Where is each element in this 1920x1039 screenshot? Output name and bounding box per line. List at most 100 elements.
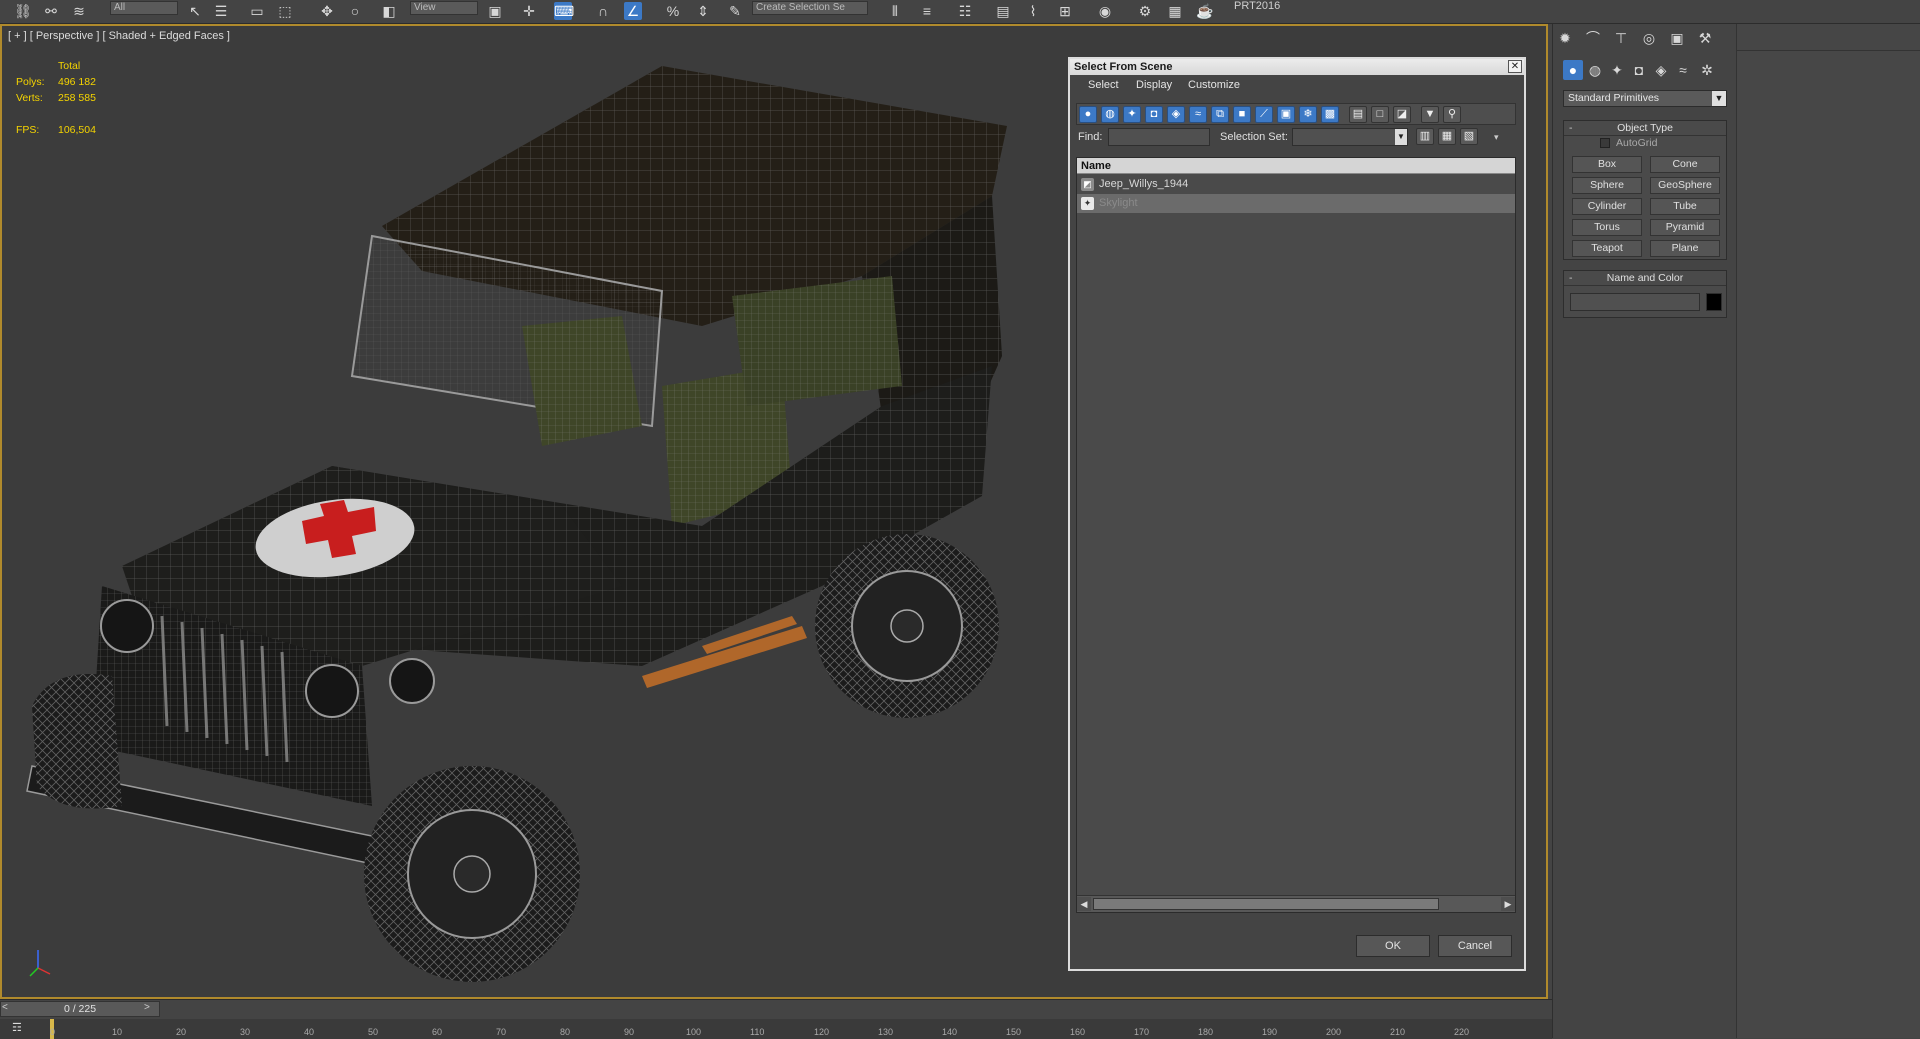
curve-editor-icon[interactable]: ⌇ (1024, 2, 1042, 20)
find-input[interactable] (1108, 128, 1210, 146)
pivot-icon[interactable]: ▣ (486, 2, 504, 20)
cameras-icon[interactable]: ◘ (1629, 60, 1649, 80)
create-tab-icon[interactable]: ✹ (1555, 28, 1575, 48)
cylinder-button[interactable]: Cylinder (1572, 198, 1642, 215)
collapse-icon[interactable]: - (1569, 271, 1573, 286)
keyboard-shortcut-override-icon[interactable]: ⌨ (554, 2, 574, 20)
time-slider[interactable]: 0 / 225 (0, 1001, 160, 1017)
display-lights-icon[interactable]: ✦ (1123, 106, 1141, 123)
scroll-right-icon[interactable]: ▶ (1501, 897, 1515, 911)
menu-display[interactable]: Display (1136, 79, 1172, 91)
percent-snap-icon[interactable]: % (664, 2, 682, 20)
object-type-header[interactable]: - Object Type (1564, 121, 1726, 136)
object-name-input[interactable] (1570, 293, 1700, 311)
teapot-button[interactable]: Teapot (1572, 240, 1642, 257)
reference-coordinate-dropdown[interactable]: View (410, 1, 478, 15)
pyramid-button[interactable]: Pyramid (1650, 219, 1720, 236)
select-none-icon[interactable]: □ (1371, 106, 1389, 123)
scene-object-list[interactable]: Name ◩ Jeep_Willys_1944 ✦ Skylight ◀ ▶ (1076, 157, 1516, 913)
select-manipulate-icon[interactable]: ✛ (520, 2, 538, 20)
angle-snap-icon[interactable]: ∠ (624, 2, 642, 20)
menu-customize[interactable]: Customize (1188, 79, 1240, 91)
helpers-icon[interactable]: ◈ (1651, 60, 1671, 80)
add-to-selection-set-icon[interactable]: ▦ (1438, 128, 1456, 145)
rendered-frame-icon[interactable]: ▦ (1166, 2, 1184, 20)
menu-select[interactable]: Select (1088, 79, 1119, 91)
selection-set-dropdown[interactable]: ▼ (1292, 128, 1408, 146)
advanced-filter-icon[interactable]: ⚲ (1443, 106, 1461, 123)
utilities-tab-icon[interactable]: ⚒ (1695, 28, 1715, 48)
scroll-left-icon[interactable]: ◀ (1077, 897, 1091, 911)
geosphere-button[interactable]: GeoSphere (1650, 177, 1720, 194)
link-icon[interactable]: ⛓ (14, 2, 32, 20)
sphere-button[interactable]: Sphere (1572, 177, 1642, 194)
select-by-name-icon[interactable]: ☰ (212, 2, 230, 20)
named-selection-sets-dropdown[interactable]: Create Selection Se (752, 1, 868, 15)
previous-frame-icon[interactable]: < (2, 1002, 14, 1016)
spinner-snap-icon[interactable]: ⇕ (694, 2, 712, 20)
display-geometry-icon[interactable]: ● (1079, 106, 1097, 123)
object-category-dropdown[interactable]: Standard Primitives ▼ (1563, 90, 1727, 107)
align-icon[interactable]: ≡ (918, 2, 936, 20)
display-xrefs-icon[interactable]: ■ (1233, 106, 1251, 123)
mirror-icon[interactable]: ⫴ (886, 2, 904, 20)
collapse-icon[interactable]: - (1569, 121, 1573, 136)
graphite-ribbon-icon[interactable]: ▤ (994, 2, 1012, 20)
rotate-icon[interactable]: ○ (346, 2, 364, 20)
display-containers-icon[interactable]: ▣ (1277, 106, 1295, 123)
display-bones-icon[interactable]: ⟋ (1255, 106, 1273, 123)
box-button[interactable]: Box (1572, 156, 1642, 173)
plane-button[interactable]: Plane (1650, 240, 1720, 257)
horizontal-scrollbar[interactable]: ◀ ▶ (1077, 895, 1515, 912)
display-hidden-icon[interactable]: ▩ (1321, 106, 1339, 123)
layer-manager-icon[interactable]: ☷ (956, 2, 974, 20)
chevron-down-icon[interactable]: ▼ (1395, 129, 1407, 145)
shapes-icon[interactable]: ◍ (1585, 60, 1605, 80)
track-bar[interactable]: 0 10 20 30 40 50 60 70 80 90 100 110 120… (0, 1019, 1552, 1039)
list-item[interactable]: ◩ Jeep_Willys_1944 (1077, 175, 1515, 194)
display-frozen-icon[interactable]: ❄ (1299, 106, 1317, 123)
chevron-down-icon[interactable]: ▼ (1712, 91, 1726, 106)
edit-named-selection-icon[interactable]: ✎ (726, 2, 744, 20)
modify-tab-icon[interactable]: ⌒ (1583, 28, 1603, 48)
select-object-icon[interactable]: ↖ (186, 2, 204, 20)
next-frame-icon[interactable]: > (144, 1002, 156, 1016)
lights-icon[interactable]: ✦ (1607, 60, 1627, 80)
unlink-icon[interactable]: ⚯ (42, 2, 60, 20)
options-arrow-icon[interactable]: ▾ (1494, 132, 1499, 143)
selection-filter-dropdown[interactable]: All (110, 1, 178, 15)
display-groups-icon[interactable]: ⧉ (1211, 106, 1229, 123)
dialog-title[interactable]: Select From Scene (1070, 59, 1524, 75)
bind-space-warp-icon[interactable]: ≋ (70, 2, 88, 20)
render-setup-icon[interactable]: ⚙ (1136, 2, 1154, 20)
display-cameras-icon[interactable]: ◘ (1145, 106, 1163, 123)
hierarchy-tab-icon[interactable]: ⊤ (1611, 28, 1631, 48)
systems-icon[interactable]: ✲ (1697, 60, 1717, 80)
snaps-toggle-icon[interactable]: ∩ (594, 2, 612, 20)
scrollbar-thumb[interactable] (1093, 898, 1439, 910)
remove-from-selection-set-icon[interactable]: ▧ (1460, 128, 1478, 145)
select-all-icon[interactable]: ▤ (1349, 106, 1367, 123)
render-icon[interactable]: ☕ (1196, 2, 1214, 20)
name-and-color-header[interactable]: - Name and Color (1564, 271, 1726, 286)
create-selection-set-icon[interactable]: ▥ (1416, 128, 1434, 145)
invert-selection-icon[interactable]: ◪ (1393, 106, 1411, 123)
prt-plugin-label[interactable]: PRT2016 (1234, 0, 1280, 12)
display-space-warps-icon[interactable]: ≈ (1189, 106, 1207, 123)
window-crossing-icon[interactable]: ⬚ (276, 2, 294, 20)
ok-button[interactable]: OK (1356, 935, 1430, 957)
material-editor-icon[interactable]: ◉ (1096, 2, 1114, 20)
scale-icon[interactable]: ◧ (380, 2, 398, 20)
move-icon[interactable]: ✥ (318, 2, 336, 20)
schematic-view-icon[interactable]: ⊞ (1056, 2, 1074, 20)
space-warps-icon[interactable]: ≈ (1673, 60, 1693, 80)
display-helpers-icon[interactable]: ◈ (1167, 106, 1185, 123)
display-shapes-icon[interactable]: ◍ (1101, 106, 1119, 123)
display-tab-icon[interactable]: ▣ (1667, 28, 1687, 48)
viewport-label[interactable]: [ + ] [ Perspective ] [ Shaded + Edged F… (8, 30, 230, 42)
cone-button[interactable]: Cone (1650, 156, 1720, 173)
checkbox-box[interactable] (1600, 138, 1610, 149)
object-color-swatch[interactable] (1706, 293, 1722, 311)
list-item[interactable]: ✦ Skylight (1077, 194, 1515, 213)
name-column-header[interactable]: Name (1077, 158, 1515, 174)
